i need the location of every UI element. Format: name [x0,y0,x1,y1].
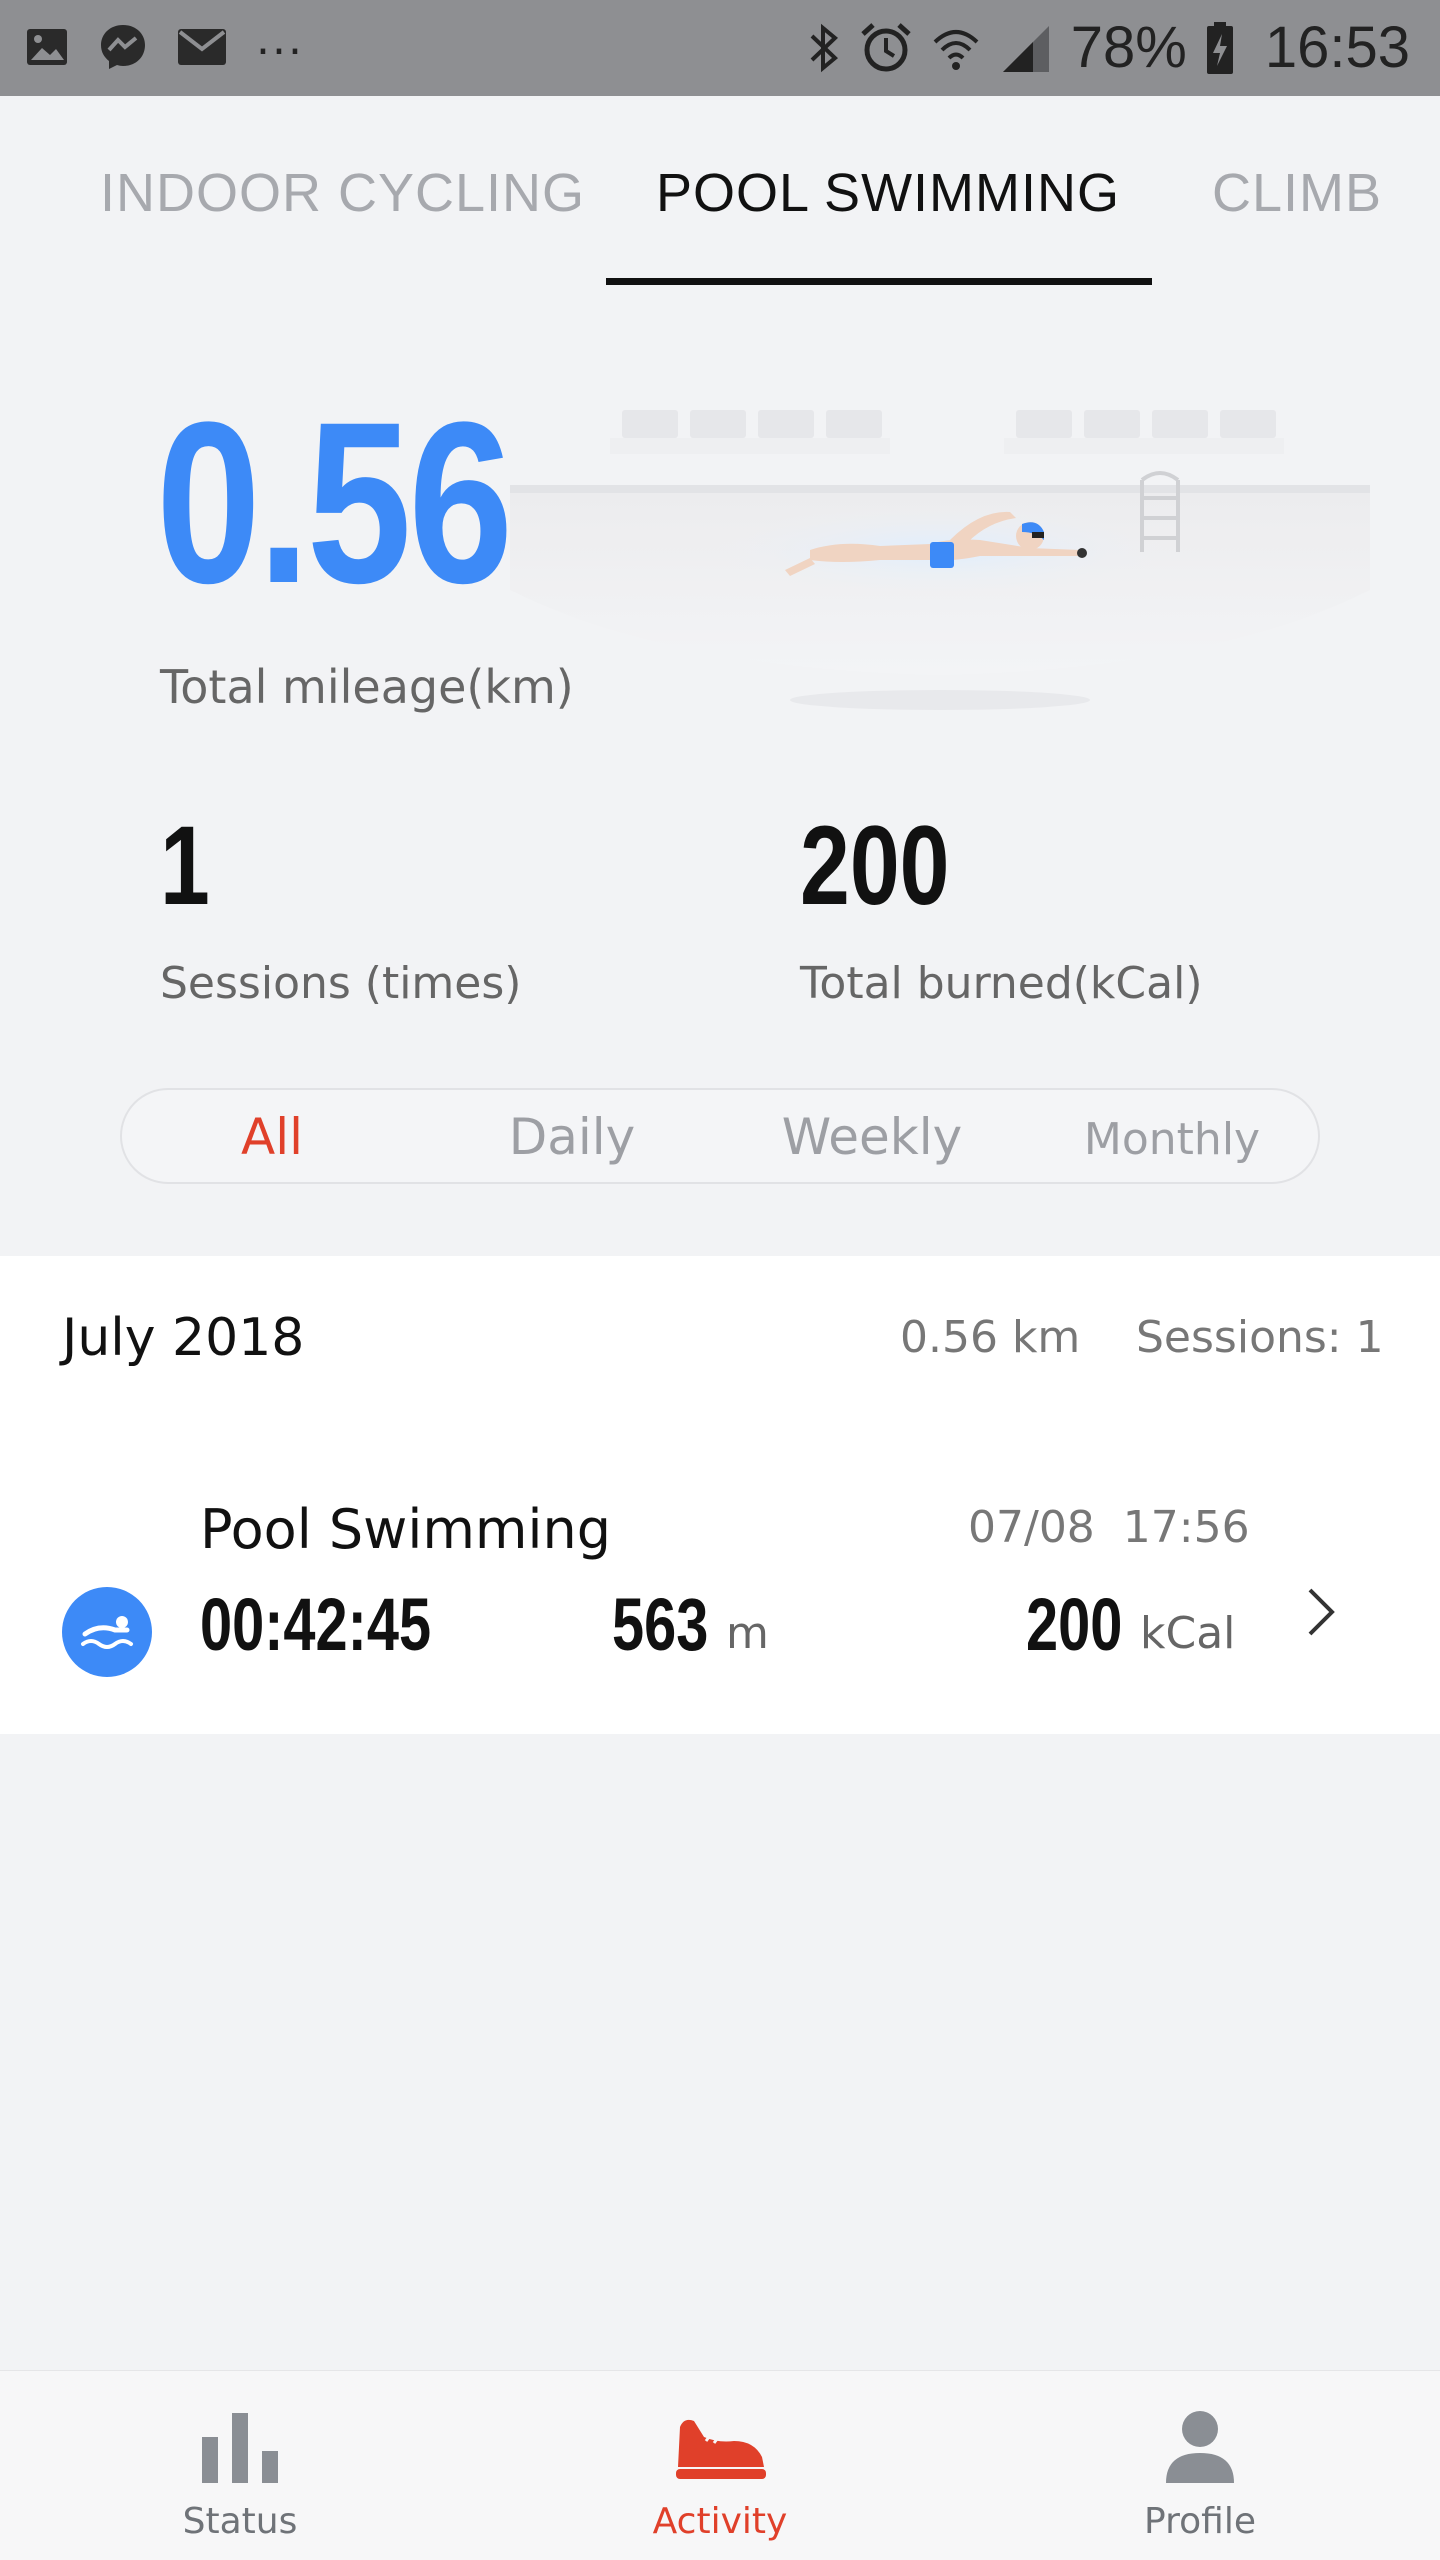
pool-swimmer-illustration [510,410,1370,710]
bottom-navigation: Status Activity Profile [0,2370,1440,2560]
calories-value: 200 [800,803,950,928]
activity-datetime: 07/08 17:56 [968,1502,1250,1553]
filter-daily[interactable]: Daily [422,1108,722,1166]
period-filter: All Daily Weekly Monthly [120,1088,1320,1184]
activity-calories-unit: kCal [1140,1608,1236,1659]
nav-status[interactable]: Status [120,2407,360,2542]
screen: ... 78% 16:53 INDOOR CYCLING POOL SWIMMI… [0,0,1440,2560]
nav-status-label: Status [182,2501,298,2542]
tab-pool-swimming[interactable]: POOL SWIMMING [656,162,1120,224]
nav-activity-label: Activity [652,2501,788,2542]
clock: 16:53 [1264,15,1410,80]
filter-weekly[interactable]: Weekly [722,1108,1022,1166]
person-icon [1166,2411,1234,2483]
activity-distance-value: 563 [612,1583,709,1666]
tab-indoor-cycling[interactable]: INDOOR CYCLING [100,162,585,224]
messenger-icon [101,25,145,69]
sessions-label: Sessions (times) [160,958,522,1009]
more-notifications: ... [256,14,304,65]
notification-icons: ... [24,18,304,72]
signal-icon [1002,25,1049,72]
total-mileage-value: 0.56 [156,374,513,631]
battery-percent: 78% [1070,15,1187,80]
active-tab-indicator [606,278,1152,285]
shoe-icon [676,2419,766,2479]
activity-title: Pool Swimming [200,1498,612,1561]
gallery-icon [27,29,67,65]
activity-distance-unit: m [726,1608,769,1659]
system-icons: 78% 16:53 [807,14,1410,81]
bar-chart-icon [202,2413,278,2483]
alarm-icon [861,22,911,71]
wifi-icon [933,29,979,70]
month-title: July 2018 [62,1308,305,1368]
battery-charging-icon [1206,21,1233,74]
filter-monthly[interactable]: Monthly [1022,1114,1322,1165]
nav-activity[interactable]: Activity [600,2407,840,2542]
activity-duration: 00:42:45 [200,1583,432,1666]
calories-label: Total burned(kCal) [800,958,1203,1009]
tab-climb[interactable]: CLIMB [1212,162,1382,224]
chevron-right-icon [1308,1588,1335,1636]
bluetooth-icon [810,23,838,72]
month-sessions: Sessions: 1 [1136,1312,1384,1363]
nav-profile-label: Profile [1144,2501,1256,2542]
filter-all[interactable]: All [122,1108,422,1166]
activity-type-tabs: INDOOR CYCLING POOL SWIMMING CLIMB [0,96,1440,286]
mail-icon [178,29,226,65]
status-bar: ... 78% 16:53 [0,0,1440,96]
month-distance: 0.56 km [900,1312,1081,1363]
activity-record-row[interactable]: Pool Swimming 07/08 17:56 00:42:45 563 m… [0,1472,1440,1712]
activity-calories-value: 200 [1026,1583,1123,1666]
sessions-value: 1 [160,803,210,928]
swimming-icon [62,1587,152,1677]
month-summary-card: July 2018 0.56 km Sessions: 1 Pool Swimm… [0,1256,1440,1734]
nav-profile[interactable]: Profile [1080,2407,1320,2542]
